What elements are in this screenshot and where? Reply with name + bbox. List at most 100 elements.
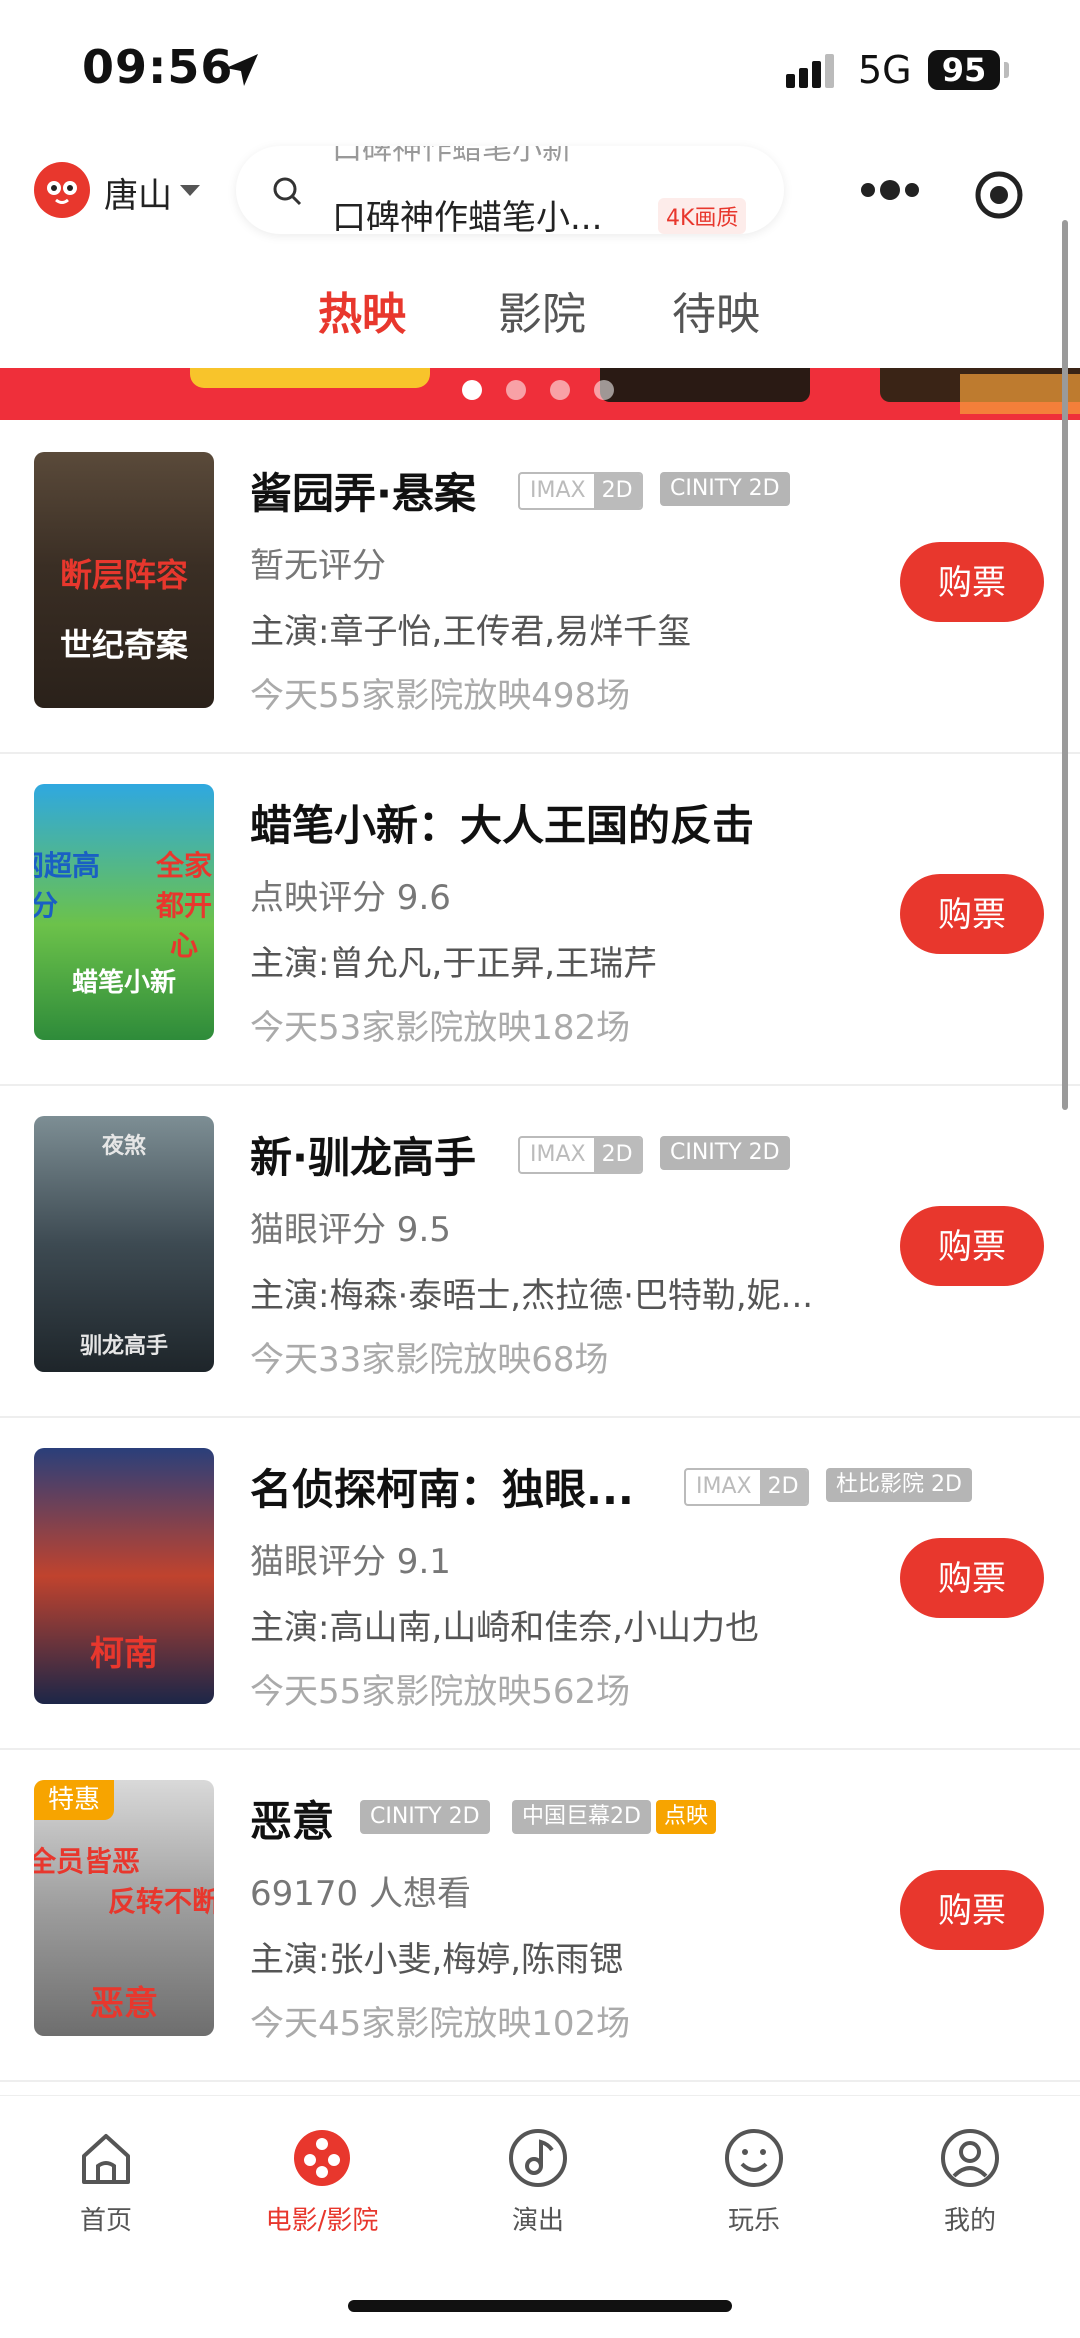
buy-ticket-button[interactable]: 购票	[900, 542, 1044, 622]
movie-want-count: 69170 人想看	[250, 1874, 471, 1914]
home-icon	[82, 2134, 130, 2184]
buy-ticket-button[interactable]: 购票	[900, 874, 1044, 954]
movie-showtimes: 今天33家影院放映68场	[250, 1340, 609, 1380]
movie-title[interactable]: 恶意	[250, 1788, 334, 1849]
category-tabs: 热映 影院 待映	[0, 270, 1080, 350]
movie-cast: 主演:高山南,山崎和佳奈,小山力也	[250, 1608, 760, 1648]
tag-label: IMAX	[696, 1474, 752, 1499]
carousel-dot[interactable]	[462, 380, 482, 400]
promo-banner[interactable]	[0, 368, 1080, 420]
format-tag-imax: IMAX 2D	[518, 1136, 643, 1174]
movie-cast: 主演:章子怡,王传君,易烊千玺	[250, 612, 692, 652]
cat-face-icon	[47, 181, 77, 204]
movie-showtimes: 今天45家影院放映102场	[250, 2004, 631, 2044]
tag-label: IMAX	[530, 478, 586, 503]
tab-coming-soon[interactable]: 待映	[672, 278, 760, 342]
tab-now-showing[interactable]: 热映	[318, 278, 406, 342]
movie-rating: 点映评分 9.6	[250, 878, 451, 918]
home-indicator[interactable]	[348, 2300, 732, 2312]
movie-row[interactable]: 全网超高分 全家都开心 蜡笔小新 蜡笔小新：大人王国的反击 点映评分 9.6 主…	[0, 752, 1080, 1086]
network-type: 5G	[858, 48, 912, 92]
movie-cast: 主演:梅森·泰晤士,杰拉德·巴特勒,妮...	[250, 1276, 814, 1316]
movie-title[interactable]: 酱园弄·悬案	[250, 460, 476, 521]
city-selector[interactable]: 唐山	[104, 168, 172, 217]
tabbar-item-shows[interactable]: 演出	[448, 2126, 628, 2237]
tabbar-item-fun[interactable]: 玩乐	[664, 2126, 844, 2237]
movie-rating: 猫眼评分 9.1	[250, 1542, 451, 1582]
poster-text: 全家都开心	[155, 849, 212, 962]
banner-graphic	[600, 368, 810, 402]
tabbar-label: 演出	[511, 2206, 564, 2236]
user-icon	[941, 2129, 999, 2187]
format-tag: 杜比影院 2D	[826, 1468, 972, 1502]
format-tag: 中国巨幕2D	[512, 1800, 651, 1834]
tabbar-label: 玩乐	[727, 2206, 780, 2236]
movie-poster[interactable]: 夜煞 驯龙高手	[34, 1116, 214, 1372]
carousel-dot[interactable]	[550, 380, 570, 400]
movie-cast: 主演:张小斐,梅婷,陈雨锶	[250, 1940, 624, 1980]
tabbar-label: 首页	[79, 2206, 132, 2236]
poster-text: 世纪奇案	[59, 626, 188, 664]
tag-sub: 2D	[593, 474, 641, 508]
movie-row[interactable]: 特惠 全员皆恶 反转不断 恶意 恶意 CINITY 2D 中国巨幕2D 点映 6…	[0, 1748, 1080, 2082]
carousel-dot[interactable]	[506, 380, 526, 400]
special-offer-badge: 特惠	[34, 1780, 114, 1820]
banner-graphic	[190, 368, 430, 388]
signal-icon	[786, 54, 846, 88]
movie-poster[interactable]: 断层阵容 世纪奇案	[34, 452, 214, 708]
tabbar-item-movies[interactable]: 电影/影院	[232, 2126, 412, 2237]
search-icon	[273, 177, 302, 206]
poster-text: 反转不断	[107, 1885, 214, 1918]
poster-text: 断层阵容	[59, 556, 188, 594]
search-suggestion-badge: 4K画质	[658, 198, 747, 234]
movie-poster[interactable]: 特惠 全员皆恶 反转不断 恶意	[34, 1780, 214, 2036]
more-icon[interactable]	[848, 170, 932, 210]
tabbar-label: 电影/影院	[265, 2206, 379, 2236]
format-tag-imax: IMAX 2D	[684, 1468, 809, 1506]
tag-sub: 2D	[759, 1470, 807, 1504]
battery-tip	[1004, 62, 1009, 78]
tabbar-item-home[interactable]: 首页	[16, 2126, 196, 2237]
movie-rating: 暂无评分	[250, 546, 386, 586]
movie-poster[interactable]: 柯南	[34, 1448, 214, 1704]
top-bar: 唐山 口碑神作蜡笔小新 口碑神作蜡笔小... 4K画质	[0, 140, 1080, 240]
poster-text: 柯南	[90, 1634, 158, 1674]
movie-title[interactable]: 名侦探柯南：独眼...	[250, 1456, 634, 1517]
scrollbar[interactable]	[1062, 220, 1068, 1110]
movie-showtimes: 今天55家影院放映498场	[250, 676, 631, 716]
location-arrow-icon	[226, 54, 258, 86]
buy-ticket-button[interactable]: 购票	[900, 1206, 1044, 1286]
smile-icon	[725, 2129, 783, 2187]
search-suggestion: 口碑神作蜡笔小...	[332, 198, 603, 234]
chevron-down-icon[interactable]	[180, 185, 200, 196]
format-tag: CINITY 2D	[660, 1136, 790, 1170]
movie-showtimes: 今天55家影院放映562场	[250, 1672, 631, 1712]
movie-showtimes: 今天53家影院放映182场	[250, 1008, 631, 1048]
poster-text: 恶意	[90, 1984, 158, 2024]
film-reel-icon	[294, 2130, 350, 2186]
maoyan-cat-logo[interactable]	[34, 162, 90, 218]
movie-row[interactable]: 断层阵容 世纪奇案 酱园弄·悬案 IMAX 2D CINITY 2D 暂无评分 主…	[0, 420, 1080, 754]
movie-poster[interactable]: 全网超高分 全家都开心 蜡笔小新	[34, 784, 214, 1040]
tabbar-label: 我的	[943, 2206, 996, 2236]
tag-sub: 2D	[593, 1138, 641, 1172]
movie-row[interactable]: 柯南 名侦探柯南：独眼... IMAX 2D 杜比影院 2D 猫眼评分 9.1 主…	[0, 1416, 1080, 1750]
tab-cinemas[interactable]: 影院	[498, 278, 586, 342]
movie-title[interactable]: 蜡笔小新：大人王国的反击	[250, 792, 754, 853]
music-note-icon	[509, 2129, 567, 2187]
close-miniprogram-icon[interactable]	[974, 170, 1024, 220]
buy-ticket-button[interactable]: 购票	[900, 1538, 1044, 1618]
format-tag: CINITY 2D	[360, 1800, 490, 1834]
movie-row[interactable]: 夜煞 驯龙高手 新·驯龙高手 IMAX 2D CINITY 2D 猫眼评分 9.5…	[0, 1084, 1080, 1418]
search-bar[interactable]: 口碑神作蜡笔小新 口碑神作蜡笔小... 4K画质	[236, 146, 784, 234]
poster-text: 全员皆恶	[34, 1845, 140, 1878]
poster-text: 全网超高分	[34, 849, 100, 922]
buy-ticket-button[interactable]: 购票	[900, 1870, 1044, 1950]
tabbar-item-me[interactable]: 我的	[880, 2126, 1060, 2237]
status-time: 09:56	[82, 40, 234, 94]
carousel-dot[interactable]	[594, 380, 614, 400]
movie-rating: 猫眼评分 9.5	[250, 1210, 451, 1250]
movie-title[interactable]: 新·驯龙高手	[250, 1124, 476, 1185]
preview-tag: 点映	[656, 1800, 717, 1834]
poster-text: 驯龙高手	[79, 1334, 168, 1359]
